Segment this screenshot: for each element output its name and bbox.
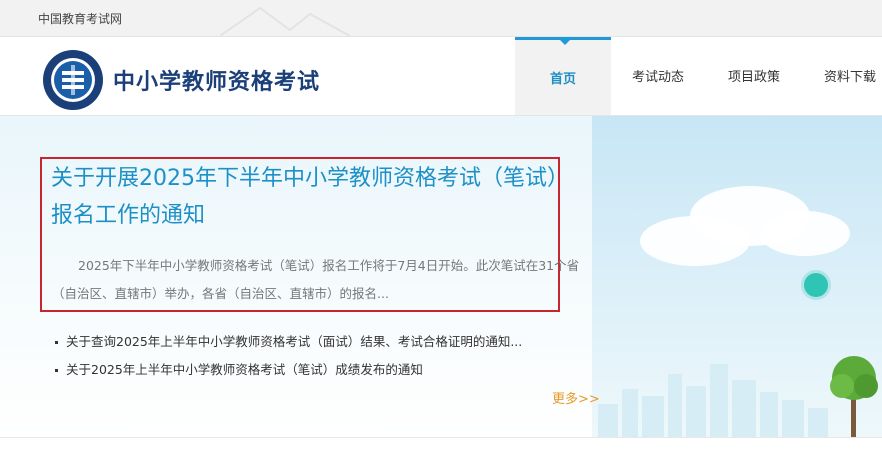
tree-icon — [830, 356, 878, 438]
cloud-icon — [640, 216, 750, 266]
nav-exam-news-label: 考试动态 — [631, 70, 684, 85]
nav-home[interactable]: 首页 — [515, 37, 611, 115]
nav-downloads[interactable]: 资料下载 — [807, 37, 882, 115]
nav-home-label: 首页 — [549, 72, 576, 87]
news-title: 关于2025年上半年中小学教师资格考试（笔试）成绩发布的通知 — [66, 362, 423, 377]
nav-policy-label: 项目政策 — [727, 70, 780, 85]
city-skyline-icon — [598, 364, 828, 438]
active-caret-icon — [559, 39, 571, 45]
bullet-icon — [55, 341, 58, 344]
site-header: 中小学教师资格考试 首页 考试动态 项目政策 资料下载 — [0, 37, 882, 116]
nav-downloads-label: 资料下载 — [823, 70, 876, 85]
cloud-icon — [760, 211, 850, 256]
mountain-decoration-icon — [220, 6, 351, 36]
featured-summary: 2025年下半年中小学教师资格考试（笔试）报名工作将于7月4日开始。此次笔试在3… — [52, 258, 580, 301]
featured-title[interactable]: 关于开展2025年下半年中小学教师资格考试（笔试）报名工作的通知 — [51, 160, 571, 234]
news-title: 关于查询2025年上半年中小学教师资格考试（面试）结果、考试合格证明的通知... — [66, 334, 523, 349]
list-item[interactable]: 关于2025年上半年中小学教师资格考试（笔试）成绩发布的通知 — [55, 356, 595, 384]
hero-section: 关于开展2025年下半年中小学教师资格考试（笔试）报名工作的通知 2025年下半… — [0, 116, 882, 438]
top-bar: 中国教育考试网 — [0, 0, 882, 37]
list-item[interactable]: 关于查询2025年上半年中小学教师资格考试（面试）结果、考试合格证明的通知... — [55, 328, 595, 356]
nav-policy[interactable]: 项目政策 — [711, 37, 797, 115]
content-divider — [0, 437, 882, 458]
news-list: 关于查询2025年上半年中小学教师资格考试（面试）结果、考试合格证明的通知...… — [55, 328, 595, 384]
exam-logo-icon[interactable] — [42, 49, 104, 111]
brand-title[interactable]: 中小学教师资格考试 — [113, 64, 320, 96]
site-name[interactable]: 中国教育考试网 — [38, 10, 122, 27]
nav-exam-news[interactable]: 考试动态 — [615, 37, 701, 115]
floating-badge-icon[interactable] — [804, 273, 828, 297]
more-link[interactable]: 更多>> — [552, 388, 600, 407]
bullet-icon — [55, 369, 58, 372]
